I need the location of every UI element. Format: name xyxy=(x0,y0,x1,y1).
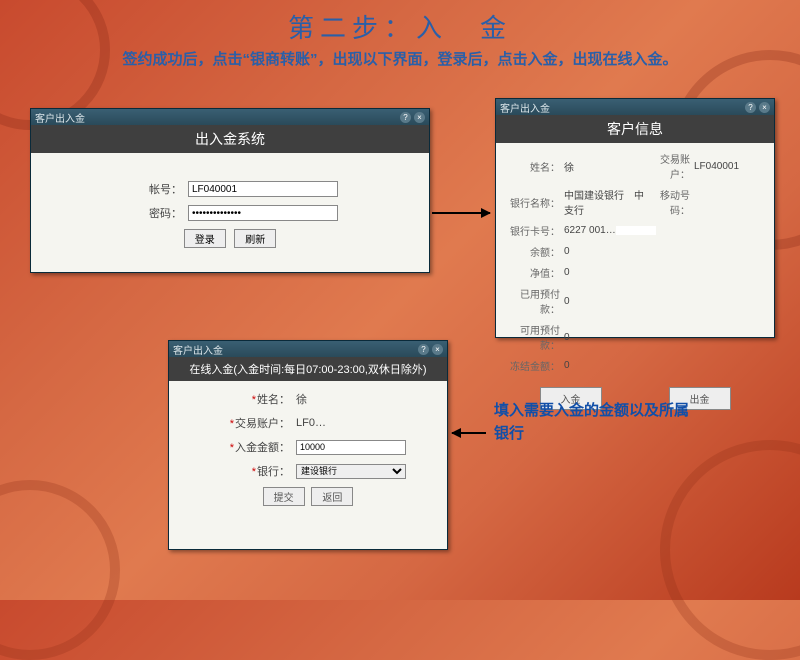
close-icon[interactable]: × xyxy=(432,344,443,355)
bank-card-label: 银行卡号： xyxy=(506,223,564,238)
close-icon[interactable]: × xyxy=(759,102,770,113)
help-icon[interactable]: ? xyxy=(418,344,429,355)
balance-label: 余额： xyxy=(506,244,564,259)
slide-title: 第二步：入 金 xyxy=(0,0,800,45)
back-button[interactable]: 返回 xyxy=(311,487,353,506)
submit-button[interactable]: 提交 xyxy=(263,487,305,506)
account-label: 帐号： xyxy=(122,181,182,197)
annotation-text: 填入需要入金的金额以及所属银行 xyxy=(494,400,694,445)
login-window: 客户出入金 ? × 出入金系统 帐号： 密码： 登录 刷新 xyxy=(30,108,430,273)
titlebar-title: 客户出入金 xyxy=(35,110,85,125)
arrow-left-icon xyxy=(452,432,486,434)
used-prepay-label: 已用预付款： xyxy=(506,286,564,316)
close-icon[interactable]: × xyxy=(414,112,425,123)
help-icon[interactable]: ? xyxy=(400,112,411,123)
name-label: 姓名： xyxy=(506,159,564,174)
name-label: *姓名： xyxy=(210,391,290,407)
avail-prepay-label: 可用预付款： xyxy=(506,322,564,352)
account-input[interactable] xyxy=(188,181,338,197)
titlebar-title: 客户出入金 xyxy=(500,100,550,115)
amount-input[interactable] xyxy=(296,440,406,455)
name-value: 徐 xyxy=(564,159,644,174)
frozen-value: 0 xyxy=(564,360,764,371)
used-prepay-value: 0 xyxy=(564,296,764,307)
window-header: 客户信息 xyxy=(496,115,774,143)
bank-label: *银行： xyxy=(210,463,290,479)
name-value: 徐 xyxy=(296,391,406,407)
titlebar: 客户出入金 ? × xyxy=(31,109,429,125)
frozen-label: 冻结金额： xyxy=(506,358,564,373)
trade-account-value: LF0… xyxy=(296,417,406,429)
mobile-label: 移动号码： xyxy=(644,187,694,217)
avail-prepay-value: 0 xyxy=(564,332,764,343)
bank-name-value: 中国建设银行 中支行 xyxy=(564,187,644,217)
help-icon[interactable]: ? xyxy=(745,102,756,113)
login-button[interactable]: 登录 xyxy=(184,229,226,248)
arrow-right-icon xyxy=(432,212,490,214)
net-value: 0 xyxy=(564,267,764,278)
trade-account-value: LF040001 xyxy=(694,161,764,172)
slide-subtitle: 签约成功后，点击“银商转账”，出现以下界面，登录后，点击入金，出现在线入金。 xyxy=(0,45,800,72)
titlebar: 客户出入金 ? × xyxy=(496,99,774,115)
customer-info-window: 客户出入金 ? × 客户信息 姓名： 徐 交易账户： LF040001 银行名称… xyxy=(495,98,775,338)
bank-card-value: 6227 001… xyxy=(564,225,764,236)
amount-label: *入金金额： xyxy=(210,439,290,455)
password-label: 密码： xyxy=(122,205,182,221)
bank-name-label: 银行名称： xyxy=(506,195,564,210)
net-label: 净值： xyxy=(506,265,564,280)
titlebar: 客户出入金 ? × xyxy=(169,341,447,357)
refresh-button[interactable]: 刷新 xyxy=(234,229,276,248)
window-header: 在线入金(入金时间:每日07:00-23:00,双休日除外) xyxy=(169,357,447,381)
online-deposit-window: 客户出入金 ? × 在线入金(入金时间:每日07:00-23:00,双休日除外)… xyxy=(168,340,448,550)
trade-account-label: *交易账户： xyxy=(210,415,290,431)
balance-value: 0 xyxy=(564,246,764,257)
window-header: 出入金系统 xyxy=(31,125,429,153)
bank-select[interactable]: 建设银行 xyxy=(296,464,406,479)
password-input[interactable] xyxy=(188,205,338,221)
trade-account-label: 交易账户： xyxy=(644,151,694,181)
titlebar-title: 客户出入金 xyxy=(173,342,223,357)
